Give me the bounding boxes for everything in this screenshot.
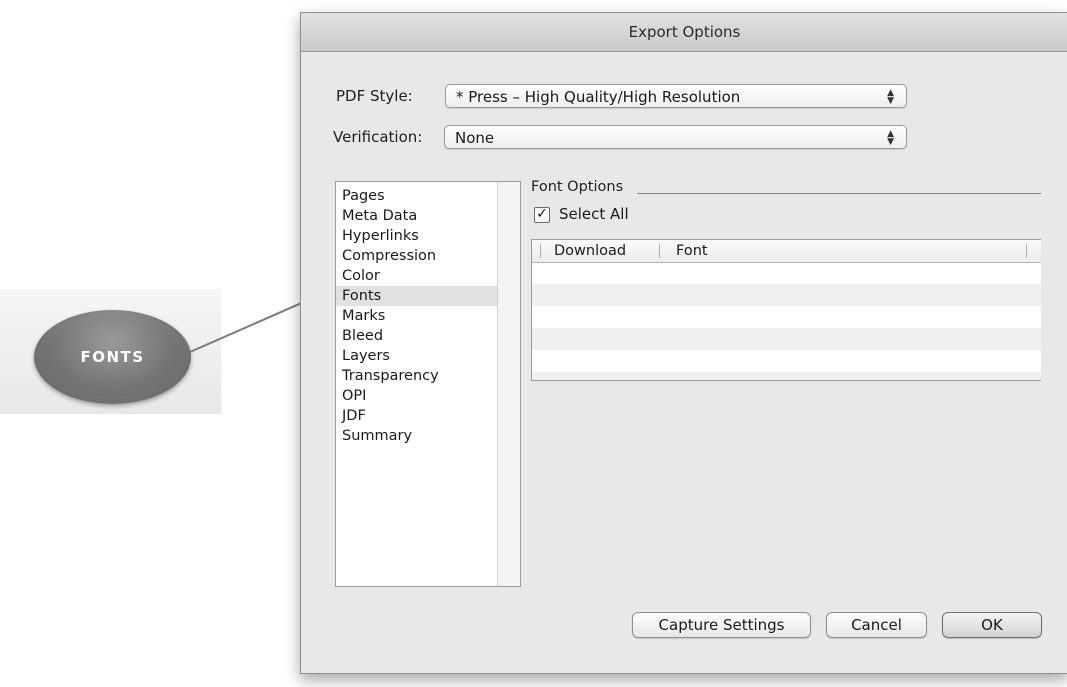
list-item-transparency[interactable]: Transparency — [336, 366, 499, 386]
fonts-table[interactable]: Download Font — [531, 239, 1041, 381]
category-list[interactable]: Pages Meta Data Hyperlinks Compression C… — [335, 181, 521, 587]
group-divider — [637, 193, 1041, 194]
capture-settings-button[interactable]: Capture Settings — [632, 612, 811, 638]
export-options-dialog: Export Options PDF Style: * Press – High… — [300, 12, 1067, 674]
popup-arrows-icon: ▲ ▼ — [887, 88, 894, 106]
dialog-title: Export Options — [301, 13, 1067, 52]
table-row — [532, 328, 1041, 350]
column-header-download[interactable]: Download — [554, 240, 626, 262]
list-item-opi[interactable]: OPI — [336, 386, 499, 406]
pdf-style-popup[interactable]: * Press – High Quality/High Resolution ▲… — [445, 84, 907, 108]
list-item-marks[interactable]: Marks — [336, 306, 499, 326]
pdf-style-value: * Press – High Quality/High Resolution — [456, 88, 741, 106]
list-item-jdf[interactable]: JDF — [336, 406, 499, 426]
pdf-style-label: PDF Style: — [336, 87, 413, 105]
ok-button[interactable]: OK — [942, 612, 1042, 638]
verification-popup[interactable]: None ▲ ▼ — [444, 125, 907, 149]
verification-value: None — [455, 129, 495, 147]
list-item-meta-data[interactable]: Meta Data — [336, 206, 499, 226]
list-item-bleed[interactable]: Bleed — [336, 326, 499, 346]
list-item-hyperlinks[interactable]: Hyperlinks — [336, 226, 499, 246]
list-item-layers[interactable]: Layers — [336, 346, 499, 366]
cancel-button[interactable]: Cancel — [826, 612, 927, 638]
list-item-color[interactable]: Color — [336, 266, 499, 286]
select-all-checkbox[interactable]: ✓ — [534, 207, 550, 223]
table-row — [532, 262, 1041, 284]
column-header-font[interactable]: Font — [676, 240, 708, 262]
list-item-pages[interactable]: Pages — [336, 186, 499, 206]
list-item-summary[interactable]: Summary — [336, 426, 499, 446]
table-header: Download Font — [532, 240, 1041, 263]
verification-label: Verification: — [333, 128, 423, 146]
font-options-group-title: Font Options — [531, 179, 624, 195]
list-scrollbar[interactable] — [497, 182, 520, 586]
list-item-fonts[interactable]: Fonts — [336, 286, 499, 306]
table-row — [532, 306, 1041, 328]
list-item-compression[interactable]: Compression — [336, 246, 499, 266]
select-all-label[interactable]: Select All — [559, 205, 629, 223]
table-row — [532, 284, 1041, 306]
table-row — [532, 350, 1041, 372]
popup-arrows-icon: ▲ ▼ — [887, 129, 894, 147]
table-row — [532, 372, 1041, 380]
